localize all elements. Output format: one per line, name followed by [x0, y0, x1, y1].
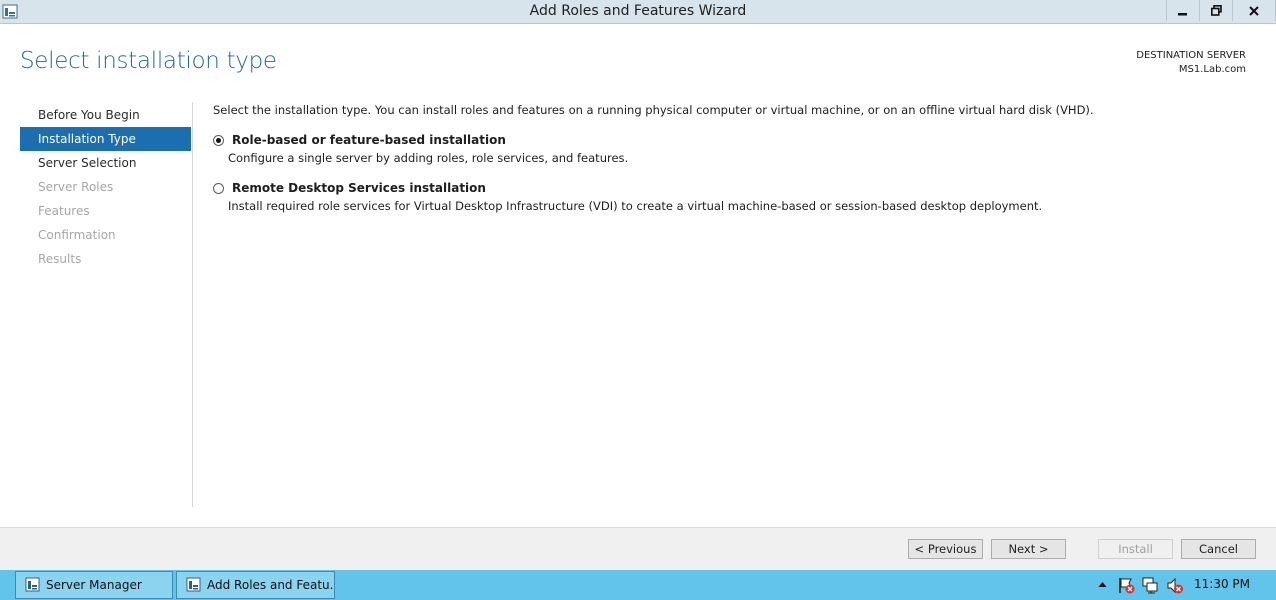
taskbar-item-label: Server Manager	[46, 578, 142, 592]
destination-server-label: DESTINATION SERVER	[1136, 50, 1246, 61]
minimize-icon	[1178, 12, 1187, 15]
close-button[interactable]	[1232, 0, 1276, 21]
main-content: Select the installation type. You can in…	[213, 103, 1253, 213]
nav-item-before-you-begin[interactable]: Before You Begin	[20, 103, 191, 127]
nav-divider	[192, 102, 193, 507]
server-manager-icon	[25, 577, 40, 592]
destination-server: DESTINATION SERVER MS1.Lab.com	[1136, 49, 1246, 77]
clock[interactable]: 11:30 PM	[1194, 577, 1250, 591]
previous-button[interactable]: < Previous	[908, 539, 983, 559]
title-bar: Add Roles and Features Wizard	[0, 0, 1276, 24]
page-title: Select installation type	[20, 48, 277, 74]
nav-item-confirmation: Confirmation	[38, 228, 116, 242]
role-based-label[interactable]: Role-based or feature-based installation	[232, 133, 506, 147]
wizard-footer: < Previous Next > Install Cancel	[0, 527, 1276, 570]
remote-desktop-description: Install required role services for Virtu…	[228, 199, 1043, 213]
nav-item-features: Features	[38, 204, 90, 218]
install-button: Install	[1098, 539, 1173, 559]
network-icon[interactable]	[1142, 577, 1160, 594]
nav-item-server-roles: Server Roles	[38, 180, 114, 194]
remote-desktop-label[interactable]: Remote Desktop Services installation	[232, 181, 486, 195]
role-based-description: Configure a single server by adding role…	[228, 151, 629, 165]
restore-button[interactable]	[1199, 0, 1232, 21]
show-hidden-icons-icon[interactable]	[1098, 581, 1107, 588]
restore-icon	[1210, 5, 1222, 16]
intro-text: Select the installation type. You can in…	[213, 103, 1094, 117]
volume-icon[interactable]	[1166, 577, 1184, 594]
nav-item-installation-type[interactable]: Installation Type	[20, 127, 191, 151]
taskbar-item-server-manager[interactable]: Server Manager	[15, 571, 173, 599]
nav-item-server-selection[interactable]: Server Selection	[20, 151, 191, 175]
window-title: Add Roles and Features Wizard	[529, 3, 747, 19]
minimize-button[interactable]	[1166, 0, 1199, 21]
wizard-icon	[186, 577, 201, 592]
taskbar: Server Manager Add Roles and Featu... 11…	[0, 570, 1276, 600]
wizard-nav: Before You Begin Installation Type Serve…	[20, 103, 191, 271]
remote-desktop-radio[interactable]	[213, 183, 224, 194]
action-center-flag-icon[interactable]	[1118, 577, 1136, 594]
system-tray: 11:30 PM	[1096, 570, 1276, 600]
close-icon	[1249, 5, 1259, 16]
next-button[interactable]: Next >	[991, 539, 1066, 559]
destination-server-value: MS1.Lab.com	[1178, 64, 1246, 75]
nav-item-results: Results	[38, 252, 82, 266]
taskbar-item-add-roles[interactable]: Add Roles and Featu...	[176, 571, 335, 599]
cancel-button[interactable]: Cancel	[1181, 539, 1256, 559]
role-based-radio[interactable]	[213, 135, 224, 146]
taskbar-item-label: Add Roles and Featu...	[207, 578, 335, 592]
